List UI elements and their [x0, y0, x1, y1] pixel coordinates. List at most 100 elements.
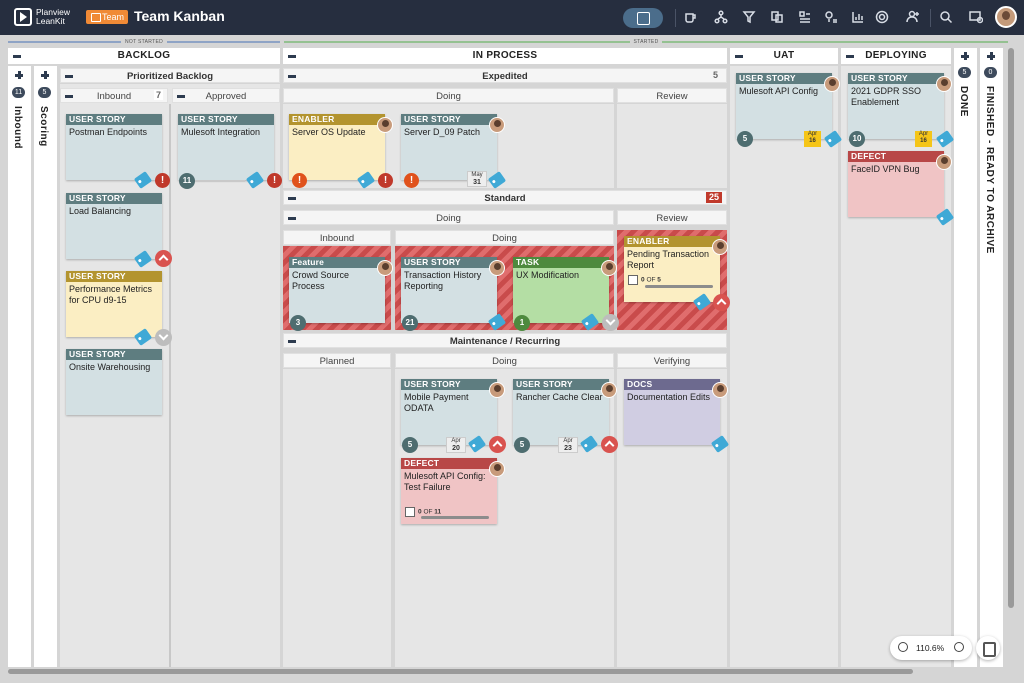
expedited-header[interactable]: Expedited — [283, 68, 727, 83]
collapse-standard-doing-button[interactable] — [287, 213, 297, 223]
task-progress-bar — [421, 516, 489, 519]
card-rancher-cache-clear[interactable]: USER STORY Rancher Cache Clear — [513, 379, 609, 445]
card-onsite-warehousing[interactable]: USER STORY Onsite Warehousing — [66, 349, 162, 415]
card-load-balancing[interactable]: USER STORY Load Balancing — [66, 193, 162, 259]
planned-header[interactable]: Planned — [283, 353, 391, 368]
chart-icon[interactable] — [851, 10, 865, 24]
priority-up-icon[interactable] — [489, 436, 506, 453]
standard-header[interactable]: Standard — [283, 190, 727, 205]
hierarchy-icon[interactable] — [714, 10, 728, 24]
assignee-avatar[interactable] — [489, 461, 505, 477]
card-mulesoft-integration[interactable]: USER STORY Mulesoft Integration — [178, 114, 274, 180]
backlog-inbound-header[interactable]: Inbound — [60, 88, 168, 103]
assignee-avatar[interactable] — [377, 260, 393, 276]
backlog-inbound-wip: 7 — [154, 90, 164, 100]
filter-icon[interactable] — [742, 10, 756, 24]
collapse-backlog-inbound-button[interactable] — [64, 91, 74, 101]
expedite-icon[interactable]: ! — [292, 173, 307, 188]
expand-finished-button[interactable] — [986, 51, 996, 61]
add-user-icon[interactable] — [906, 10, 920, 24]
app-name: Planview LeanKit — [36, 7, 71, 26]
card-mobile-payment-odata[interactable]: USER STORY Mobile Payment ODATA — [401, 379, 497, 445]
assignee-avatar[interactable] — [601, 382, 617, 398]
search-icon[interactable] — [939, 10, 953, 24]
lane-header-uat[interactable]: UAT — [730, 48, 838, 64]
assignee-avatar[interactable] — [936, 154, 952, 170]
priority-up-icon[interactable] — [155, 250, 172, 267]
collapse-maintenance-button[interactable] — [287, 336, 297, 346]
cards-icon[interactable] — [770, 10, 784, 24]
assignee-avatar[interactable] — [936, 76, 952, 92]
horizontal-scrollbar[interactable] — [8, 669, 913, 674]
priority-up-icon[interactable] — [713, 294, 730, 311]
card-mulesoft-api-config[interactable]: USER STORY Mulesoft API Config — [736, 73, 832, 139]
notifications-icon[interactable] — [969, 10, 984, 24]
assignee-avatar[interactable] — [489, 260, 505, 276]
card-faceid-vpn-bug[interactable]: DEFECT FaceID VPN Bug — [848, 151, 944, 217]
standard-inbound-header[interactable]: Inbound — [283, 230, 391, 245]
maintenance-header[interactable]: Maintenance / Recurring — [283, 333, 727, 348]
tasks-icon[interactable] — [824, 10, 838, 24]
standard-doing-header[interactable]: Doing — [283, 210, 614, 225]
assignee-avatar[interactable] — [712, 239, 728, 255]
lane-header-backlog[interactable]: BACKLOG — [8, 48, 280, 64]
assignee-avatar[interactable] — [489, 382, 505, 398]
assignee-avatar[interactable] — [712, 382, 728, 398]
collapse-in-process-button[interactable] — [287, 51, 297, 61]
blocked-icon[interactable]: ! — [378, 173, 393, 188]
collapse-backlog-button[interactable] — [12, 51, 22, 61]
collapse-expedited-button[interactable] — [287, 71, 297, 81]
stage-bar: NOT STARTED STARTED — [8, 38, 1008, 46]
standard-doing2-header[interactable]: Doing — [395, 230, 614, 245]
card-documentation-edits[interactable]: DOCS Documentation Edits — [624, 379, 720, 445]
vertical-scrollbar[interactable] — [1008, 48, 1014, 608]
assignee-avatar[interactable] — [824, 76, 840, 92]
card-gdpr-sso-enablement[interactable]: USER STORY 2021 GDPR SSO Enablement — [848, 73, 944, 139]
assignee-avatar[interactable] — [489, 117, 505, 133]
card-server-os-update[interactable]: ENABLER Server OS Update — [289, 114, 385, 180]
board-view-button[interactable] — [623, 8, 663, 28]
expedited-review-header[interactable]: Review — [617, 88, 727, 103]
planview-logo-icon[interactable] — [14, 8, 32, 26]
zoom-in-icon[interactable] — [954, 642, 964, 652]
priority-down-icon[interactable] — [155, 329, 172, 346]
task-progress-bar — [645, 285, 713, 288]
zoom-out-icon[interactable] — [898, 642, 908, 652]
backlog-approved-header[interactable]: Approved — [172, 88, 280, 103]
lanes-icon[interactable] — [798, 10, 812, 24]
team-badge[interactable]: Team — [86, 10, 128, 24]
assignee-avatar[interactable] — [601, 260, 617, 276]
user-avatar[interactable] — [995, 6, 1017, 28]
settings-icon[interactable] — [875, 10, 889, 24]
collapse-uat-button[interactable] — [734, 51, 744, 61]
prioritized-backlog-header[interactable]: Prioritized Backlog — [60, 68, 280, 83]
due-date-soon: Apr 16 — [915, 131, 932, 147]
collapse-standard-button[interactable] — [287, 193, 297, 203]
standard-review-header[interactable]: Review — [617, 210, 727, 225]
maintenance-doing-header[interactable]: Doing — [395, 353, 614, 368]
blocked-icon[interactable]: ! — [267, 173, 282, 188]
verifying-header[interactable]: Verifying — [617, 353, 727, 368]
card-transaction-history[interactable]: USER STORY Transaction History Reporting — [401, 257, 497, 323]
priority-down-icon[interactable] — [602, 314, 619, 331]
expand-done-button[interactable] — [960, 51, 970, 61]
board-help-icon[interactable] — [976, 636, 1000, 660]
blocked-icon[interactable]: ! — [155, 173, 170, 188]
assignee-avatar[interactable] — [377, 117, 393, 133]
lane-header-in-process[interactable]: IN PROCESS — [283, 48, 727, 64]
collapse-prioritized-button[interactable] — [64, 71, 74, 81]
expedited-doing-header[interactable]: Doing — [283, 88, 614, 103]
collapse-deploying-button[interactable] — [845, 51, 855, 61]
expand-inbound-button[interactable] — [14, 70, 24, 80]
coffee-icon[interactable] — [683, 10, 697, 24]
expand-scoring-button[interactable] — [40, 70, 50, 80]
lane-header-deploying[interactable]: DEPLOYING — [841, 48, 951, 64]
card-pending-transaction-report[interactable]: ENABLER Pending Transaction Report — [624, 236, 720, 302]
expedite-icon[interactable]: ! — [404, 173, 419, 188]
card-postman-endpoints[interactable]: USER STORY Postman Endpoints — [66, 114, 162, 180]
card-crowd-source-process[interactable]: Feature Crowd Source Process — [289, 257, 385, 323]
priority-up-icon[interactable] — [601, 436, 618, 453]
collapse-approved-button[interactable] — [176, 91, 186, 101]
card-ux-modification[interactable]: TASK UX Modification — [513, 257, 609, 323]
card-performance-metrics[interactable]: USER STORY Performance Metrics for CPU d9… — [66, 271, 162, 337]
